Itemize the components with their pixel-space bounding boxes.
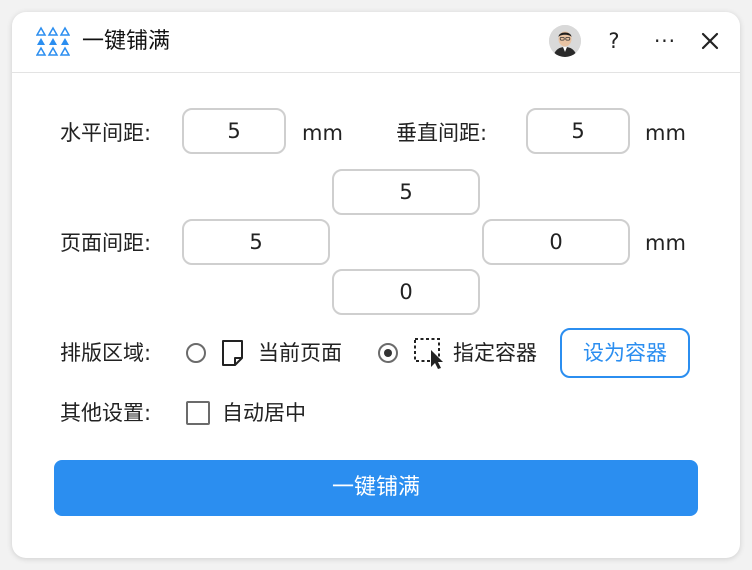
layout-area-label: 排版区域: (60, 341, 152, 365)
avatar-image (549, 25, 581, 57)
horizontal-spacing-unit: mm (302, 121, 343, 145)
triangle-grid-icon (36, 26, 70, 56)
margin-top-input[interactable] (332, 169, 480, 215)
user-avatar[interactable] (549, 25, 581, 57)
page-margin-unit: mm (645, 231, 686, 255)
margin-bottom-input[interactable] (332, 269, 480, 315)
container-label[interactable]: 指定容器 (453, 338, 537, 368)
margin-right-input[interactable] (482, 219, 630, 265)
current-page-radio[interactable] (186, 343, 206, 363)
window-title: 一键铺满 (82, 29, 171, 54)
dialog-window: 一键铺满 ? ··· 水平间距: mm 垂直间距: mm 页面间距: (12, 12, 740, 558)
vertical-spacing-label: 垂直间距: (396, 121, 488, 145)
help-button[interactable]: ? (602, 26, 626, 56)
other-settings-label: 其他设置: (60, 401, 152, 425)
more-button[interactable]: ··· (650, 26, 680, 56)
auto-center-label[interactable]: 自动居中 (222, 398, 306, 428)
dashed-select-cursor-icon (414, 338, 443, 369)
vertical-spacing-unit: mm (645, 121, 686, 145)
vertical-spacing-input[interactable] (526, 108, 630, 154)
page-icon (222, 340, 243, 366)
close-icon (701, 32, 719, 50)
title-bar: 一键铺满 ? ··· (12, 12, 740, 73)
container-radio[interactable] (378, 343, 398, 363)
page-margin-label: 页面间距: (60, 231, 152, 255)
horizontal-spacing-input[interactable] (182, 108, 286, 154)
margin-left-input[interactable] (182, 219, 330, 265)
auto-center-checkbox[interactable] (186, 401, 210, 425)
current-page-label[interactable]: 当前页面 (258, 338, 342, 368)
set-as-container-button[interactable]: 设为容器 (560, 328, 690, 378)
close-button[interactable] (696, 26, 724, 56)
fill-all-button[interactable]: 一键铺满 (54, 460, 698, 516)
horizontal-spacing-label: 水平间距: (60, 121, 152, 145)
